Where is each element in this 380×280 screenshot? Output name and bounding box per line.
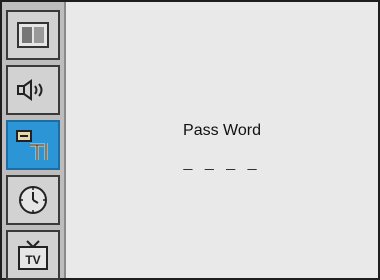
tab-tv[interactable]: TV — [6, 230, 60, 280]
osd-menu-window: TV Pass Word _ _ _ _ — [0, 0, 380, 280]
tv-icon: TV — [15, 238, 51, 272]
tab-sound[interactable] — [6, 65, 60, 115]
clock-icon — [17, 184, 49, 216]
tab-setup[interactable] — [6, 120, 60, 170]
password-entry[interactable]: _ _ _ _ — [66, 154, 378, 172]
main-panel: Pass Word _ _ _ _ — [66, 2, 378, 278]
tab-picture[interactable] — [6, 10, 60, 60]
svg-text:TV: TV — [25, 253, 40, 267]
password-label: Pass Word — [183, 122, 261, 139]
tools-icon — [13, 127, 53, 163]
menu-sidebar: TV — [2, 2, 66, 280]
tab-timer[interactable] — [6, 175, 60, 225]
picture-icon — [16, 21, 50, 49]
speaker-icon — [15, 77, 51, 103]
